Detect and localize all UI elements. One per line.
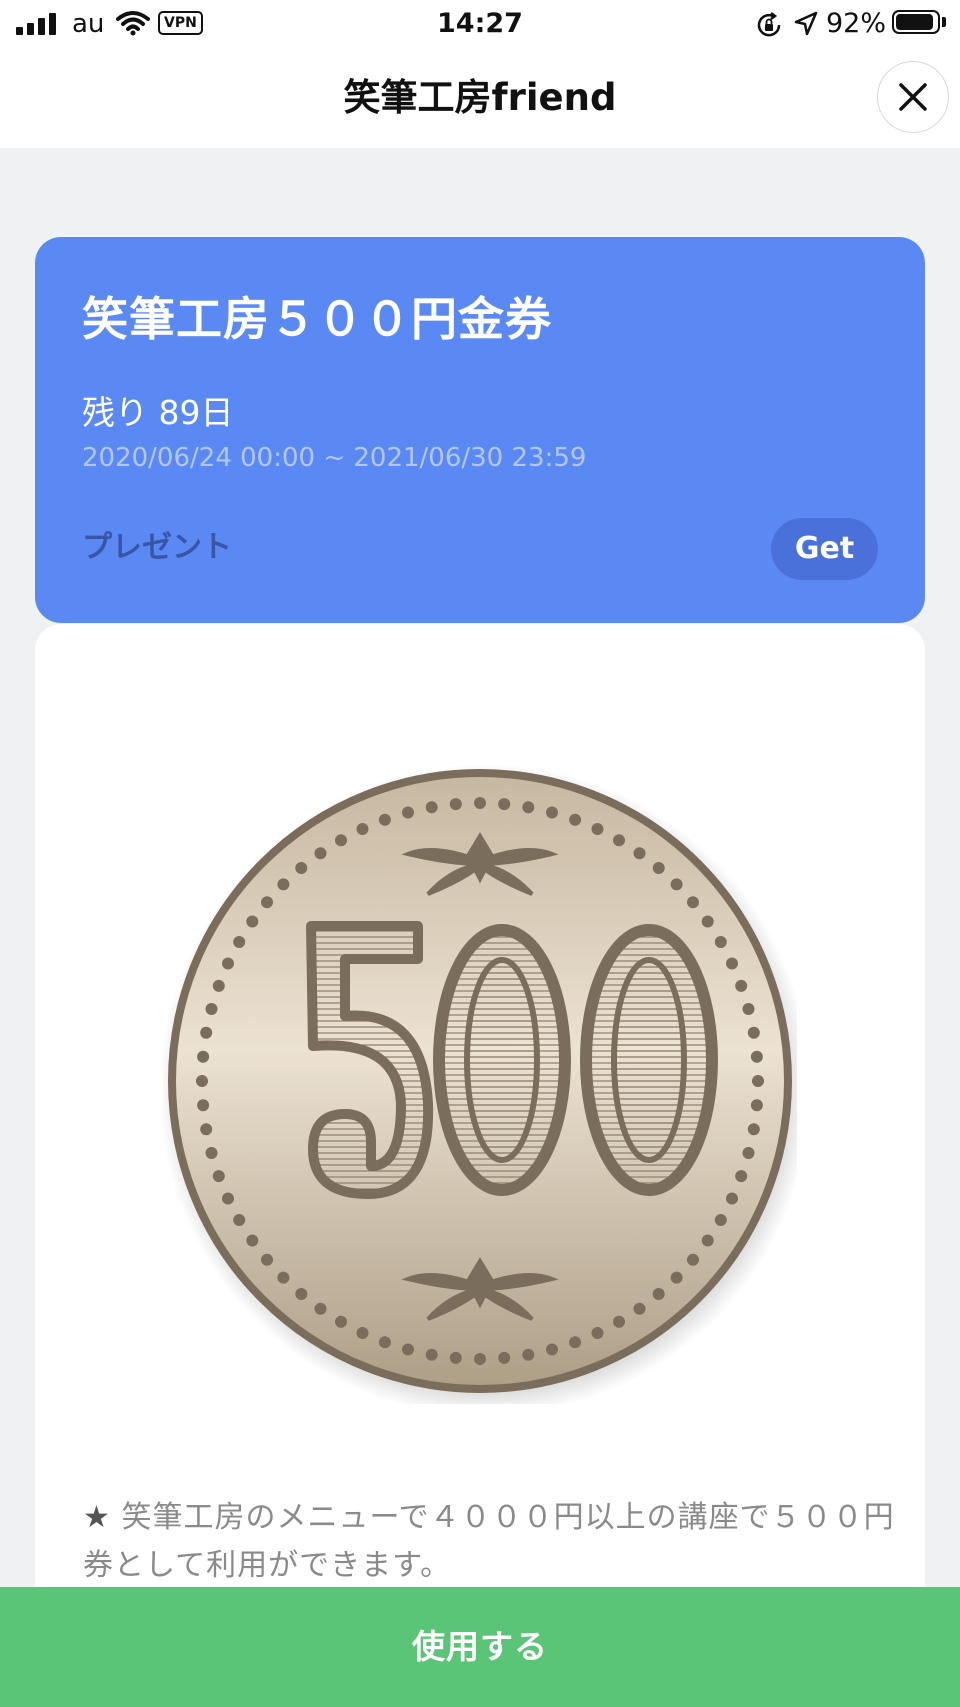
battery-icon xyxy=(892,10,940,34)
use-coupon-button[interactable]: 使用する xyxy=(0,1587,960,1707)
page-title: 笑筆工房friend xyxy=(343,76,617,119)
close-button[interactable] xyxy=(877,61,949,133)
coupon-type-label: プレゼント xyxy=(82,530,232,565)
orientation-lock-icon xyxy=(755,11,783,43)
get-button[interactable]: Get xyxy=(771,518,878,580)
coupon-description-text: 笑筆工房のメニューで４０００円以上の講座で５００円券として利用ができます。 xyxy=(83,1500,895,1583)
status-bar: au VPN 14:27 92% xyxy=(0,0,960,50)
coupon-title: 笑筆工房５００円金券 xyxy=(82,292,552,346)
coin-500-yen-image xyxy=(163,764,797,1404)
location-arrow-icon xyxy=(793,10,819,42)
coupon-description: ★ 笑筆工房のメニューで４０００円以上の講座で５００円券として利用ができます。 xyxy=(83,1494,903,1590)
battery-tip xyxy=(942,17,946,27)
battery-level xyxy=(896,14,933,30)
coupon-card: 笑筆工房５００円金券 残り 89日 2020/06/24 00:00 ~ 202… xyxy=(35,237,925,623)
app-header: 笑筆工房friend xyxy=(0,50,960,148)
coupon-validity-period: 2020/06/24 00:00 ~ 2021/06/30 23:59 xyxy=(82,443,587,473)
coupon-remaining-days: 残り 89日 xyxy=(82,393,234,432)
star-icon: ★ xyxy=(83,1500,111,1535)
close-icon xyxy=(899,83,927,111)
battery-percentage: 92% xyxy=(826,8,887,39)
coupon-detail-card: ★ 笑筆工房のメニューで４０００円以上の講座で５００円券として利用ができます。 xyxy=(35,624,925,1707)
